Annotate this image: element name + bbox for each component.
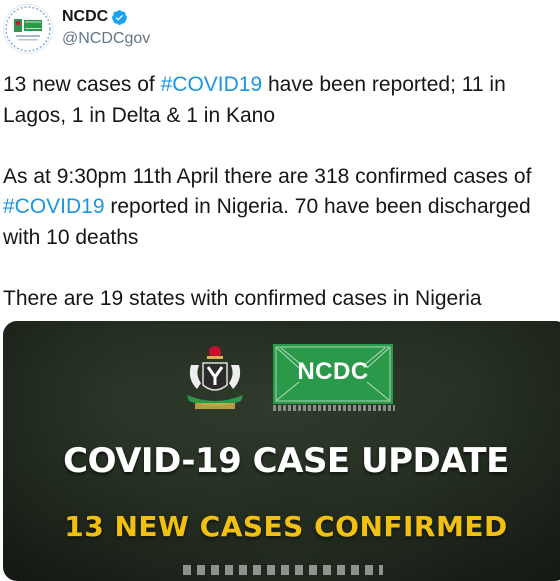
tweet-text-segment: There are 19 states with confirmed cases… bbox=[3, 286, 482, 310]
nigeria-coat-of-arms-icon bbox=[187, 346, 243, 409]
tweet-paragraph: As at 9:30pm 11th April there are 318 co… bbox=[3, 162, 553, 254]
ncdc-avatar[interactable] bbox=[3, 4, 53, 54]
tweet-text: 13 new cases of #COVID19 have been repor… bbox=[3, 70, 553, 314]
tweet-text-segment: 13 new cases of bbox=[3, 73, 161, 96]
ncdc-avatar-logo bbox=[5, 6, 51, 52]
name-row: NCDC bbox=[62, 7, 150, 27]
ncdc-logo-text: NCDC bbox=[297, 358, 369, 385]
author-handle[interactable]: @NCDCgov bbox=[62, 29, 150, 49]
hashtag-link[interactable]: #COVID19 bbox=[161, 73, 263, 96]
cropped-text-line bbox=[183, 565, 383, 575]
tweet-paragraph: There are 19 states with confirmed cases… bbox=[3, 284, 553, 315]
verified-badge-icon bbox=[112, 9, 128, 25]
author-names: NCDC @NCDCgov bbox=[62, 7, 150, 49]
tweet-image[interactable]: NCDC COVID-19 CASE UPDATE 13 NEW CASES C… bbox=[3, 321, 560, 581]
author-display-name[interactable]: NCDC bbox=[62, 7, 108, 27]
tweet: NCDC @NCDCgov 13 new cases of #COVID19 h… bbox=[0, 0, 560, 581]
tweet-text-segment: As at 9:30pm 11th April there are 318 co… bbox=[3, 164, 538, 188]
image-subtitle: 13 NEW CASES CONFIRMED bbox=[64, 510, 508, 543]
image-title: COVID-19 CASE UPDATE bbox=[63, 441, 509, 481]
tweet-paragraph: 13 new cases of #COVID19 have been repor… bbox=[3, 70, 553, 131]
hashtag-link[interactable]: #COVID19 bbox=[3, 195, 105, 218]
tweet-header: NCDC @NCDCgov bbox=[3, 4, 150, 54]
logo-tagline-line bbox=[273, 405, 395, 411]
